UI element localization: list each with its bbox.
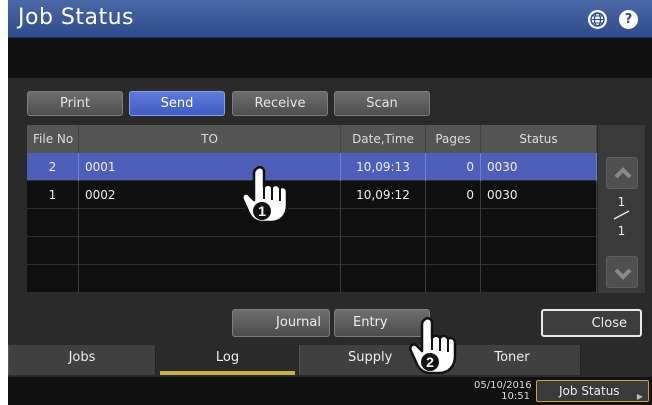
print-filter-button[interactable]: Print <box>27 91 123 116</box>
callout-2-number: 2 <box>426 354 434 370</box>
scroll-up-button[interactable] <box>606 157 638 189</box>
cell-status: 0030 <box>481 153 597 181</box>
empty-table-row <box>27 209 597 237</box>
page-separator-icon <box>613 210 630 220</box>
time-text: 10:51 <box>501 391 530 402</box>
cell-status: 0030 <box>481 181 597 209</box>
tab-toner[interactable]: Toner <box>443 345 581 375</box>
scan-filter-button[interactable]: Scan <box>334 91 430 116</box>
tab-label: Toner <box>494 350 530 365</box>
table-row[interactable]: 2 0001 10,09:13 0 0030 <box>27 153 597 181</box>
cell-file-no: 2 <box>27 153 79 181</box>
cell-pages: 0 <box>426 153 481 181</box>
tab-log[interactable]: Log <box>156 345 299 375</box>
empty-table-row <box>27 237 597 265</box>
tab-label: Jobs <box>68 350 96 365</box>
cell-to: 0001 <box>79 153 341 181</box>
chevron-down-icon <box>614 268 632 280</box>
journal-button[interactable]: Journal <box>232 309 330 337</box>
tab-jobs[interactable]: Jobs <box>8 345 156 375</box>
cell-to: 0002 <box>79 181 341 209</box>
callout-1-number: 1 <box>258 203 266 219</box>
job-status-screen: Job Status ? Print Send Receive Scan Fil… <box>8 0 652 405</box>
help-icon[interactable]: ? <box>619 10 638 29</box>
chevron-up-icon <box>614 167 632 179</box>
message-area <box>8 38 652 78</box>
total-pages: 1 <box>617 224 626 238</box>
cell-date-time: 10,09:13 <box>341 153 426 181</box>
play-arrow-icon: ▶ <box>636 392 643 401</box>
page-indicator: 1 1 <box>598 195 645 238</box>
receive-filter-button[interactable]: Receive <box>232 91 328 116</box>
current-page: 1 <box>617 195 626 209</box>
job-status-label: Job Status <box>559 384 620 398</box>
job-status-button[interactable]: Job Status ▶ <box>536 380 649 402</box>
cell-file-no: 1 <box>27 181 79 209</box>
tab-label: Supply <box>348 350 393 365</box>
column-header-to: TO <box>79 125 341 153</box>
globe-icon[interactable] <box>588 10 607 29</box>
empty-table-row <box>27 265 597 293</box>
bottom-tab-bar: Jobs Log Supply Toner <box>8 345 652 377</box>
clock: 05/10/2016 10:51 <box>474 380 532 402</box>
table-row[interactable]: 1 0002 10,09:12 0 0030 <box>27 181 597 209</box>
tab-label: Log <box>215 350 240 365</box>
callout-hand-2-icon: 2 <box>406 316 460 380</box>
active-tab-indicator <box>160 371 295 375</box>
scroll-down-button[interactable] <box>606 256 638 288</box>
cell-date-time: 10,09:12 <box>341 181 426 209</box>
column-header-pages: Pages <box>426 125 481 153</box>
column-header-status: Status <box>481 125 597 153</box>
date-text: 05/10/2016 <box>474 380 532 391</box>
title-bar: Job Status ? <box>8 0 652 38</box>
page-scroller: 1 1 <box>598 125 645 293</box>
table-header: File No TO Date,Time Pages Status <box>27 125 597 153</box>
close-button[interactable]: Close <box>541 309 642 337</box>
page-title: Job Status <box>18 5 135 30</box>
send-filter-button[interactable]: Send <box>129 91 225 116</box>
cell-pages: 0 <box>426 181 481 209</box>
callout-hand-1-icon: 1 <box>238 165 292 229</box>
column-header-date-time: Date,Time <box>341 125 426 153</box>
column-header-file-no: File No <box>27 125 79 153</box>
